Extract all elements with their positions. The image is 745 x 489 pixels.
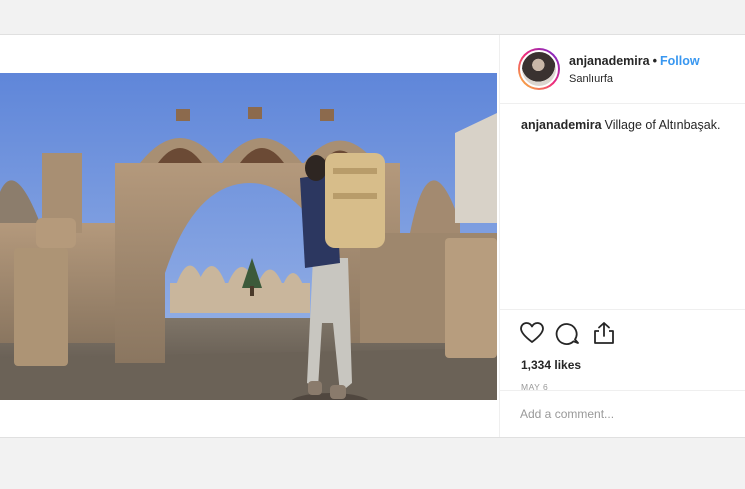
heart-icon[interactable] xyxy=(519,320,545,346)
caption-username[interactable]: anjanademira xyxy=(521,118,602,132)
caption-text: Village of Altınbaşak. xyxy=(604,118,721,132)
avatar-image xyxy=(520,50,558,88)
post-header: anjanademira • Follow Sanlıurfa xyxy=(500,35,745,104)
post-photo[interactable] xyxy=(0,73,497,400)
avatar[interactable] xyxy=(518,48,560,90)
header-user-line: anjanademira • Follow xyxy=(569,54,700,68)
post-photo-image xyxy=(0,73,497,400)
comment-icon[interactable] xyxy=(555,320,581,346)
post-caption: anjanademira Village of Altınbaşak. xyxy=(521,118,720,132)
share-icon[interactable] xyxy=(591,320,617,346)
header-username[interactable]: anjanademira xyxy=(569,54,650,68)
location-link[interactable]: Sanlıurfa xyxy=(569,73,613,85)
follow-button[interactable]: Follow xyxy=(660,54,700,68)
separator-dot: • xyxy=(652,54,657,68)
comment-box xyxy=(500,390,745,437)
comment-input[interactable] xyxy=(520,403,730,425)
post-sidebar: anjanademira • Follow Sanlıurfa anjanademi… xyxy=(499,35,745,437)
likes-count[interactable]: 1,334 likes xyxy=(521,358,581,372)
post-card: anjanademira • Follow Sanlıurfa anjanademi… xyxy=(0,34,745,438)
